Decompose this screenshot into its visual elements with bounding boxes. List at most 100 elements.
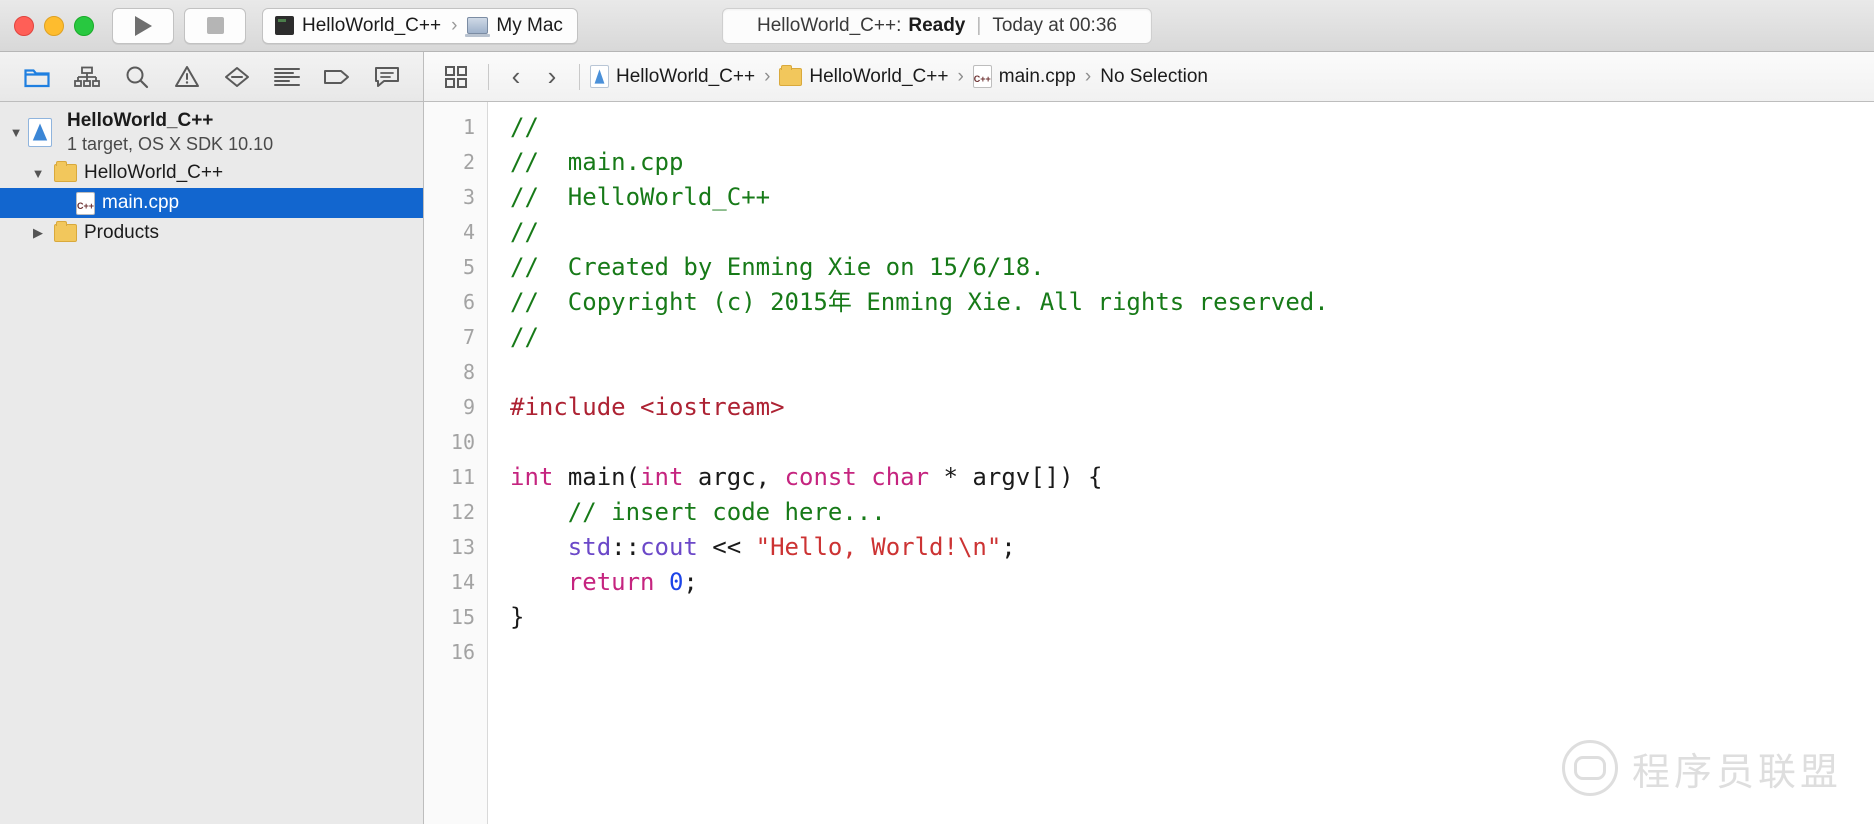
disclosure-triangle-icon[interactable] xyxy=(4,125,28,140)
code-line[interactable]: // main.cpp xyxy=(510,145,1874,180)
line-number: 9 xyxy=(462,395,475,419)
line-number: 14 xyxy=(450,570,475,594)
code-area[interactable]: // // main.cpp // HelloWorld_C++ // // Creat… xyxy=(488,102,1874,824)
code-token: // insert code here... xyxy=(510,498,886,526)
tree-row[interactable]: HelloWorld_C++ xyxy=(0,158,423,188)
close-button[interactable] xyxy=(14,15,34,36)
code-line[interactable]: // HelloWorld_C++ xyxy=(510,180,1874,215)
code-token: argc, xyxy=(683,463,785,491)
code-token: ( xyxy=(625,463,641,491)
code-token: * argv[]) { xyxy=(929,463,1103,491)
run-button[interactable] xyxy=(112,7,174,44)
forward-button[interactable]: › xyxy=(535,57,569,97)
play-icon xyxy=(134,15,152,36)
breadcrumb-item-project[interactable]: HelloWorld_C++ xyxy=(590,65,755,88)
minimize-button[interactable] xyxy=(44,15,64,36)
code-token: "Hello, World!\n" xyxy=(755,533,1002,561)
tree-row-text: HelloWorld_C++ 1 target, OS X SDK 10.10 xyxy=(67,109,273,155)
breadcrumb-separator-3: › xyxy=(1084,65,1092,87)
code-line[interactable] xyxy=(510,355,1874,390)
code-line[interactable] xyxy=(510,425,1874,460)
breadcrumb-label-selection: No Selection xyxy=(1100,65,1208,87)
line-number: 3 xyxy=(462,185,475,209)
code-line[interactable] xyxy=(510,635,1874,670)
scheme-target-label: HelloWorld_C++ xyxy=(302,14,442,36)
sidebar-item-debug-navigator[interactable] xyxy=(262,57,312,97)
code-line[interactable]: // xyxy=(510,320,1874,355)
code-token: ; xyxy=(1001,533,1016,561)
code-line[interactable]: // Copyright (c) 2015年 Enming Xie. All r… xyxy=(510,285,1874,320)
main-content: HelloWorld_C++1 target, OS X SDK 10.10He… xyxy=(0,102,1874,824)
code-line[interactable]: // Created by Enming Xie on 15/6/18. xyxy=(510,250,1874,285)
mac-icon xyxy=(465,17,491,37)
code-token: int xyxy=(510,463,554,491)
code-token: } xyxy=(510,603,525,631)
breadcrumb-separator-1: › xyxy=(764,65,771,87)
line-number: 15 xyxy=(450,605,475,629)
warning-icon xyxy=(175,65,199,87)
code-line[interactable]: int main(int argc, const char * argv[]) … xyxy=(510,460,1874,495)
scheme-destination-label: My Mac xyxy=(496,14,563,36)
breakpoint-icon xyxy=(324,69,349,84)
tree-row[interactable]: Products xyxy=(0,218,423,248)
line-number: 6 xyxy=(462,290,475,314)
code-token: // HelloWorld_C++ xyxy=(510,183,771,211)
code-line[interactable]: // xyxy=(510,110,1874,145)
related-files-icon xyxy=(445,65,467,88)
breadcrumb-item-file[interactable]: C++ main.cpp xyxy=(972,65,1076,88)
zoom-button[interactable] xyxy=(74,15,94,36)
status-time: Today at 00:36 xyxy=(992,14,1117,36)
line-number: 4 xyxy=(462,220,475,244)
stop-button[interactable] xyxy=(184,7,246,44)
scheme-target-icon xyxy=(275,16,294,35)
line-number: 10 xyxy=(450,430,475,454)
sidebar-item-symbol-navigator[interactable] xyxy=(62,57,112,97)
code-token: cout xyxy=(640,533,698,561)
related-files-button[interactable] xyxy=(434,57,478,97)
xcodeproj-icon xyxy=(28,117,52,147)
folder-icon xyxy=(24,68,50,87)
code-token: int xyxy=(640,463,684,491)
sidebar-item-find-navigator[interactable] xyxy=(112,57,162,97)
project-navigator[interactable]: HelloWorld_C++1 target, OS X SDK 10.10He… xyxy=(0,102,424,824)
code-token: :: xyxy=(611,533,641,561)
disclosure-triangle-icon[interactable] xyxy=(26,225,50,241)
test-icon xyxy=(225,66,249,87)
tree-row[interactable]: HelloWorld_C++1 target, OS X SDK 10.10 xyxy=(0,106,423,158)
code-line[interactable]: return 0; xyxy=(510,565,1874,600)
sidebar-item-report-navigator[interactable] xyxy=(362,57,412,97)
tree-row[interactable]: C++ main.cpp xyxy=(0,188,423,218)
code-line[interactable]: #include <iostream> xyxy=(510,390,1874,425)
tree-row-title: HelloWorld_C++ xyxy=(67,109,214,131)
code-token: // xyxy=(510,218,539,246)
jumpbar-divider-2 xyxy=(579,63,580,90)
source-editor[interactable]: 1 2 3 4 5 6 7 8 9 10 11 12 13 14 15 16 //// main.cpp// … xyxy=(424,102,1874,824)
breadcrumb-label-file: main.cpp xyxy=(998,65,1076,87)
code-token: // Copyright (c) 2015年 Enming Xie. All r… xyxy=(510,288,1329,316)
jumpbar-divider-1 xyxy=(488,63,489,90)
sidebar-item-test-navigator[interactable] xyxy=(212,57,262,97)
code-line[interactable]: } xyxy=(510,600,1874,635)
debug-icon xyxy=(274,67,300,86)
code-token: 0 xyxy=(668,568,684,596)
breadcrumb-item-group[interactable]: HelloWorld_C++ xyxy=(779,64,948,88)
code-line[interactable]: // insert code here... xyxy=(510,495,1874,530)
breadcrumb-item-selection[interactable]: No Selection xyxy=(1100,66,1208,88)
window-controls xyxy=(0,15,94,36)
code-line[interactable]: // xyxy=(510,215,1874,250)
scheme-selector[interactable]: HelloWorld_C++ › My Mac xyxy=(262,7,578,44)
sidebar-item-issue-navigator[interactable] xyxy=(162,57,212,97)
disclosure-triangle-icon[interactable] xyxy=(26,166,50,181)
code-line[interactable]: std::cout << "Hello, World!\n"; xyxy=(510,530,1874,565)
back-button[interactable]: ‹ xyxy=(499,57,533,97)
code-token: char xyxy=(871,463,930,491)
cpp-file-icon: C++ xyxy=(972,65,992,88)
sidebar-item-breakpoint-navigator[interactable] xyxy=(312,57,362,97)
code-token: main xyxy=(567,463,626,491)
tree-row-label: main.cpp xyxy=(102,192,180,213)
line-number: 11 xyxy=(450,465,475,489)
sidebar-item-project-navigator[interactable] xyxy=(12,57,62,97)
